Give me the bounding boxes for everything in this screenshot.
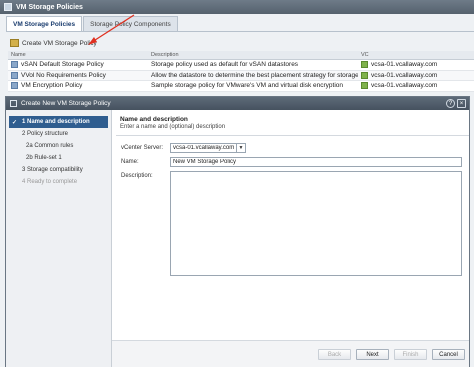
step-label: 2 Policy structure [22,131,69,137]
policy-icon [11,82,18,90]
step-common-rules[interactable]: 2a Common rules [6,140,111,152]
column-header-vc[interactable]: VC [358,52,474,58]
create-policy-button[interactable]: Create VM Storage Policy [10,37,97,49]
step-storage-compatibility[interactable]: 3 Storage compatibility [6,164,111,176]
window-icon [4,3,12,11]
vcenter-select[interactable]: vcsa-01.vcallaway.com ▼ [170,143,246,153]
divider [116,135,469,136]
wizard-steps: ✓ 1 Name and description 2 Policy struct… [6,110,112,367]
dialog-titlebar: Create New VM Storage Policy ? × [6,97,469,110]
step-name-and-description[interactable]: ✓ 1 Name and description [9,116,108,128]
name-field[interactable] [170,157,462,167]
cancel-button[interactable]: Cancel [432,349,465,360]
table-row[interactable]: vSAN Default Storage Policy Storage poli… [8,60,474,71]
step-label: 2b Rule-set 1 [26,155,62,161]
policy-vc: vcsa-01.vcallaway.com [371,82,438,90]
tab-bar: VM Storage Policies Storage Policy Compo… [6,16,179,31]
page-heading: Name and description [120,116,188,123]
policy-icon [11,61,18,69]
policy-vc: vcsa-01.vcallaway.com [371,61,438,69]
policy-name: VM Encryption Policy [21,82,83,90]
checkmark-icon: ✓ [12,119,18,126]
finish-button[interactable]: Finish [394,349,427,360]
step-label: 4 Ready to complete [22,179,78,185]
chevron-down-icon[interactable]: ▼ [236,144,245,152]
description-label: Description: [121,173,153,179]
vcenter-label: vCenter Server: [121,145,164,151]
next-button[interactable]: Next [356,349,389,360]
table-row[interactable]: VVol No Requirements Policy Allow the da… [8,70,474,81]
step-ready-to-complete: 4 Ready to complete [6,176,111,188]
close-icon[interactable]: × [457,99,466,108]
table-header: Name Description VC [8,51,474,60]
wizard-content: Name and description Enter a name and (o… [116,110,469,338]
create-policy-dialog: Create New VM Storage Policy ? × ✓ 1 Nam… [5,96,470,367]
vcenter-icon [361,82,368,90]
column-header-description[interactable]: Description [148,52,358,58]
vcenter-icon [361,71,368,79]
tab-divider [6,31,474,32]
table-row[interactable]: VM Encryption Policy Sample storage poli… [8,81,474,92]
create-policy-label: Create VM Storage Policy [22,39,97,47]
policy-name: vSAN Default Storage Policy [21,61,104,69]
policy-icon [11,71,18,79]
tab-storage-policy-components[interactable]: Storage Policy Components [83,16,178,31]
step-policy-structure[interactable]: 2 Policy structure [6,128,111,140]
tab-vm-storage-policies[interactable]: VM Storage Policies [6,16,83,31]
step-label: 1 Name and description [22,119,90,125]
description-field[interactable] [170,171,462,276]
column-header-name[interactable]: Name [8,52,148,58]
policy-description: Storage policy used as default for vSAN … [151,61,299,69]
window-titlebar: VM Storage Policies [0,0,474,14]
policy-description: Allow the datastore to determine the bes… [151,71,358,79]
vcenter-icon [361,61,368,69]
back-button[interactable]: Back [318,349,351,360]
vcenter-value: vcsa-01.vcallaway.com [173,145,235,151]
create-policy-icon [10,39,19,47]
name-label: Name: [121,159,139,165]
policy-vc: vcsa-01.vcallaway.com [371,71,438,79]
dialog-title: Create New VM Storage Policy [21,100,111,107]
help-icon[interactable]: ? [446,99,455,108]
dialog-icon [10,100,17,107]
step-rule-set-1[interactable]: 2b Rule-set 1 [6,152,111,164]
window-title: VM Storage Policies [16,3,83,11]
dialog-footer: Back Next Finish Cancel [112,340,469,367]
step-label: 2a Common rules [26,143,74,149]
policy-description: Sample storage policy for VMware's VM an… [151,82,343,90]
step-label: 3 Storage compatibility [22,167,83,173]
policy-name: VVol No Requirements Policy [21,71,106,79]
policy-table: Name Description VC vSAN Default Storage… [8,51,474,92]
page-subheading: Enter a name and (optional) description [120,124,226,130]
